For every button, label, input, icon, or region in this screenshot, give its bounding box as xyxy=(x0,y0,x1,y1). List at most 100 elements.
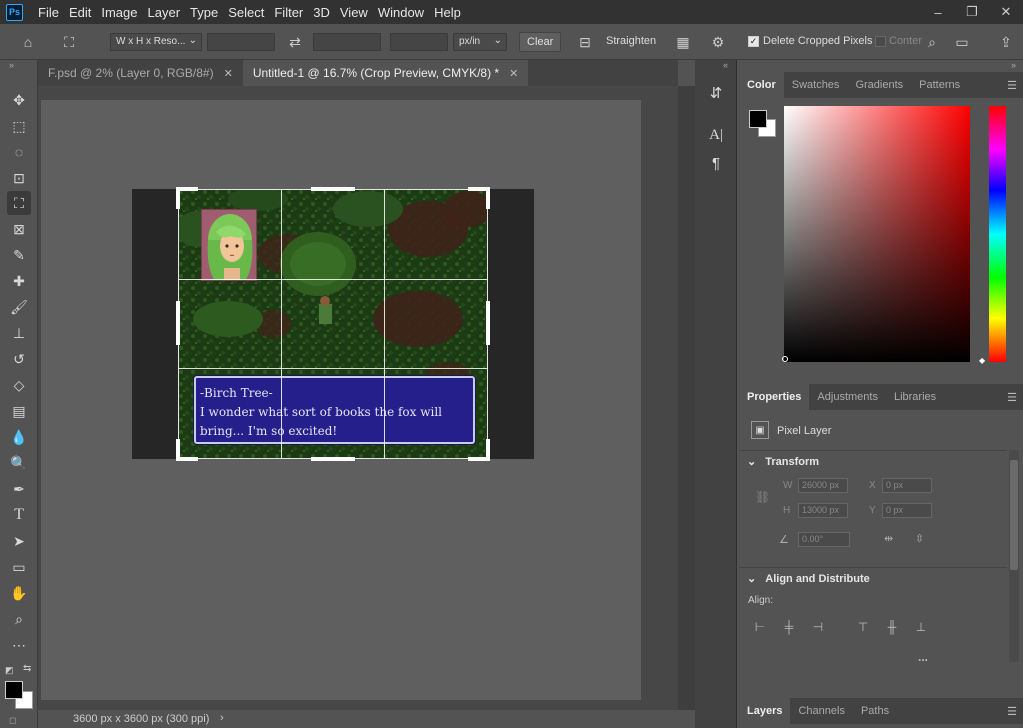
crop-handle-bottom[interactable] xyxy=(311,457,355,461)
type-tool-icon[interactable]: T xyxy=(7,503,31,527)
frame-tool-icon[interactable]: ⊠ xyxy=(7,217,31,241)
foreground-color-swatch[interactable] xyxy=(5,681,23,699)
content-aware-checkbox[interactable] xyxy=(875,36,886,47)
clone-stamp-tool-icon[interactable]: ⊥ xyxy=(7,321,31,345)
menu-image[interactable]: Image xyxy=(96,5,142,20)
collapse-panels-icon[interactable]: « xyxy=(723,60,728,72)
align-vertical-centers-icon[interactable]: ╫ xyxy=(884,619,900,635)
share-icon[interactable]: ⇪ xyxy=(995,31,1017,53)
settings-gear-icon[interactable]: ⚙ xyxy=(707,31,729,53)
crop-handle-bottom-right[interactable] xyxy=(486,439,490,461)
object-selection-tool-icon[interactable]: ⊡ xyxy=(7,166,31,190)
width-field[interactable] xyxy=(207,33,275,51)
menu-view[interactable]: View xyxy=(335,5,373,20)
hue-slider-marker[interactable]: ◆ xyxy=(979,356,985,365)
tab-patterns[interactable]: Patterns xyxy=(911,72,968,98)
tab-channels[interactable]: Channels xyxy=(790,698,852,724)
workspace-icon[interactable]: ▭ xyxy=(951,31,973,53)
tab-adjustments[interactable]: Adjustments xyxy=(809,384,886,410)
align-section-header[interactable]: ⌄ Align and Distribute xyxy=(739,567,1007,589)
crop-handle-top[interactable] xyxy=(311,187,355,191)
expand-panels-icon[interactable]: » xyxy=(1011,60,1016,72)
restore-button[interactable]: ❐ xyxy=(955,0,989,24)
panel-menu-icon[interactable]: ☰ xyxy=(1007,391,1017,404)
crop-tool-icon[interactable]: ⛶ xyxy=(7,191,31,215)
menu-filter[interactable]: Filter xyxy=(269,5,308,20)
tab-gradients[interactable]: Gradients xyxy=(847,72,911,98)
tab-layers[interactable]: Layers xyxy=(739,698,791,724)
toolbar-collapse-icon[interactable]: » xyxy=(9,60,14,70)
align-bottom-edges-icon[interactable]: ⊥ xyxy=(913,619,929,635)
history-panel-icon[interactable]: ⇵ xyxy=(705,82,727,104)
crop-handle-top-left[interactable] xyxy=(176,187,180,209)
tab-document-untitled[interactable]: Untitled-1 @ 16.7% (Crop Preview, CMYK/8… xyxy=(242,60,529,86)
tab-color[interactable]: Color xyxy=(739,72,784,98)
lasso-tool-icon[interactable]: ◌ xyxy=(7,140,31,164)
foreground-color-swatch[interactable] xyxy=(749,110,767,128)
paragraph-panel-icon[interactable]: ¶ xyxy=(705,152,727,174)
menu-type[interactable]: Type xyxy=(185,5,223,20)
link-icon[interactable]: ⛓ xyxy=(755,490,770,504)
menu-select[interactable]: Select xyxy=(223,5,269,20)
menu-layer[interactable]: Layer xyxy=(143,5,186,20)
panel-menu-icon[interactable]: ☰ xyxy=(1007,705,1017,718)
hand-tool-icon[interactable]: ✋ xyxy=(7,581,31,605)
crop-handle-top-right[interactable] xyxy=(486,187,490,209)
more-tools-icon[interactable]: ⋯ xyxy=(7,633,31,657)
dodge-tool-icon[interactable]: 🔍 xyxy=(7,451,31,475)
eraser-tool-icon[interactable]: ◇ xyxy=(7,373,31,397)
align-right-edges-icon[interactable]: ⊣ xyxy=(810,619,826,635)
crop-selection[interactable] xyxy=(178,189,488,459)
crop-tool-preset-icon[interactable]: ⛶ xyxy=(58,31,80,53)
eyedropper-tool-icon[interactable]: ✎ xyxy=(7,243,31,267)
menu-edit[interactable]: Edit xyxy=(64,5,96,20)
tab-libraries[interactable]: Libraries xyxy=(886,384,944,410)
swap-icon[interactable]: ⇄ xyxy=(284,31,306,53)
history-brush-tool-icon[interactable]: ↺ xyxy=(7,347,31,371)
close-icon[interactable]: ✕ xyxy=(224,67,233,80)
swap-colors-icon[interactable]: ⇆ xyxy=(23,663,31,674)
path-selection-tool-icon[interactable]: ➤ xyxy=(7,529,31,553)
home-icon[interactable]: ⌂ xyxy=(17,31,39,53)
panel-menu-icon[interactable]: ☰ xyxy=(1007,79,1017,92)
transform-section-header[interactable]: ⌄ Transform xyxy=(739,450,1007,472)
align-horizontal-centers-icon[interactable]: ╪ xyxy=(781,619,797,635)
pen-tool-icon[interactable]: ✒ xyxy=(7,477,31,501)
ratio-select[interactable]: W x H x Reso... ⌄ xyxy=(110,33,202,51)
marquee-tool-icon[interactable]: ⬚ xyxy=(7,114,31,138)
x-input[interactable]: 0 px xyxy=(882,478,932,493)
close-button[interactable]: ✕ xyxy=(989,0,1023,24)
chevron-right-icon[interactable]: › xyxy=(220,712,224,724)
height-field[interactable] xyxy=(313,33,381,51)
delete-cropped-checkbox[interactable]: ✓ xyxy=(748,36,759,47)
height-input[interactable]: 13000 px xyxy=(798,503,848,518)
rectangle-tool-icon[interactable]: ▭ xyxy=(7,555,31,579)
width-input[interactable]: 26000 px xyxy=(798,478,848,493)
close-icon[interactable]: ✕ xyxy=(509,67,518,80)
resolution-unit-select[interactable]: px/in ⌄ xyxy=(453,33,507,51)
menu-3d[interactable]: 3D xyxy=(308,5,335,20)
y-input[interactable]: 0 px xyxy=(882,503,932,518)
tab-paths[interactable]: Paths xyxy=(853,698,897,724)
search-icon[interactable]: ⌕ xyxy=(921,31,943,53)
color-picker-marker[interactable] xyxy=(782,356,788,362)
tab-properties[interactable]: Properties xyxy=(739,384,810,410)
move-tool-icon[interactable]: ✥ xyxy=(7,88,31,112)
zoom-tool-icon[interactable]: ⌕ xyxy=(7,607,31,631)
flip-horizontal-icon[interactable]: ⇹ xyxy=(884,532,893,545)
blur-tool-icon[interactable]: 💧 xyxy=(7,425,31,449)
crop-handle-left[interactable] xyxy=(176,301,180,345)
minimize-button[interactable]: – xyxy=(921,0,955,24)
align-top-edges-icon[interactable]: ⊤ xyxy=(855,619,871,635)
default-colors-icon[interactable]: ◩ xyxy=(5,665,14,676)
align-left-edges-icon[interactable]: ⊢ xyxy=(752,619,768,635)
straighten-icon[interactable]: ⊟ xyxy=(574,31,596,53)
tab-document-f[interactable]: F.psd @ 2% (Layer 0, RGB/8#) ✕ xyxy=(38,60,243,86)
properties-scrollbar[interactable] xyxy=(1009,450,1019,662)
crop-handle-right[interactable] xyxy=(486,301,490,345)
menu-window[interactable]: Window xyxy=(373,5,429,20)
straighten-label[interactable]: Straighten xyxy=(606,35,656,47)
gradient-tool-icon[interactable]: ▤ xyxy=(7,399,31,423)
clear-button[interactable]: Clear xyxy=(519,32,562,52)
canvas-scrollbar[interactable] xyxy=(678,86,695,710)
